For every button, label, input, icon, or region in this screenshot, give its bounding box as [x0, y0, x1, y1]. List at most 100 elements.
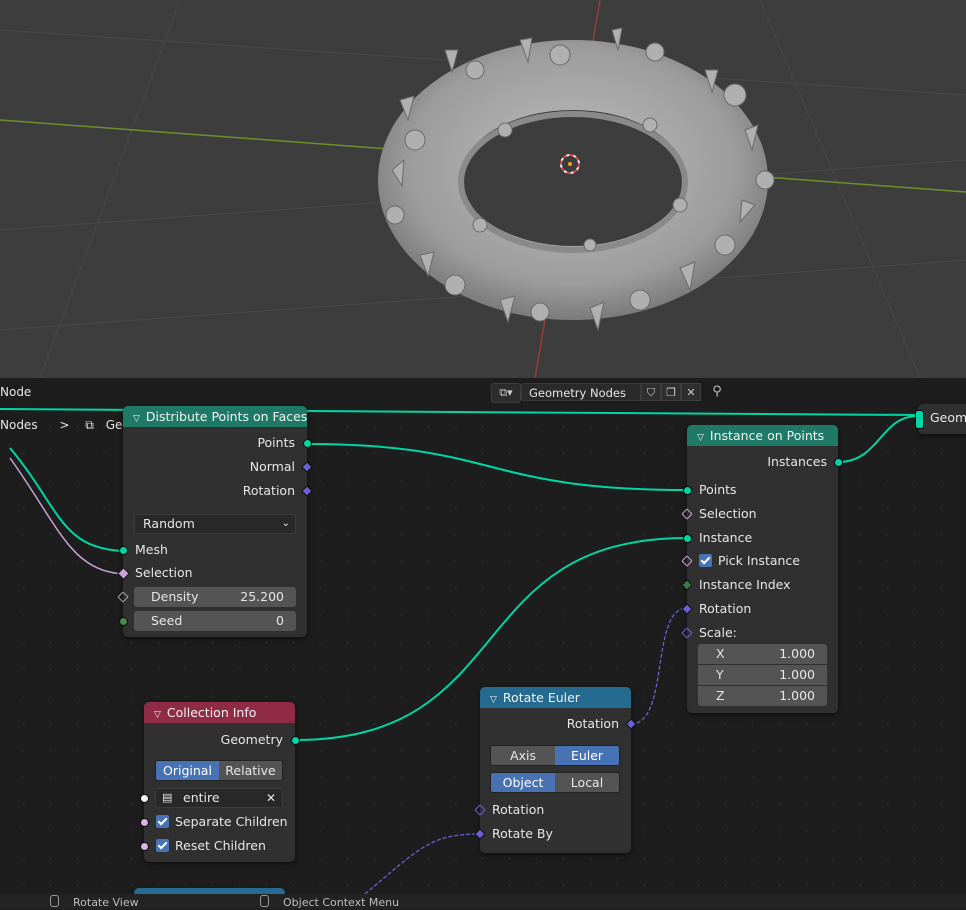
node-title: Instance on Points — [709, 428, 825, 443]
relative-option[interactable]: Relative — [219, 761, 282, 780]
separate-children-label: Separate Children — [175, 814, 288, 829]
euler-option[interactable]: Euler — [555, 746, 619, 765]
collection-name: entire — [183, 790, 220, 805]
output-rotation-socket[interactable] — [625, 718, 637, 730]
seed-field[interactable]: Seed 0 — [134, 611, 296, 631]
output-instances-socket[interactable] — [834, 458, 843, 467]
input-rotation-label: Rotation — [492, 802, 545, 817]
distribute-points-node[interactable]: ▽ Distribute Points on Faces Points Norma… — [117, 406, 313, 637]
scale-y-field[interactable]: Y 1.000 — [698, 665, 827, 685]
input-instance-index-socket[interactable] — [681, 579, 693, 591]
input-instance-socket[interactable] — [683, 534, 692, 543]
chevron-down-icon[interactable]: ▽ — [490, 690, 497, 711]
input-instance-label: Instance — [699, 530, 753, 545]
link-rotation — [630, 607, 688, 725]
mouse-icon — [50, 895, 59, 907]
input-mesh-socket[interactable] — [119, 546, 128, 555]
input-mesh-label: Mesh — [135, 542, 168, 557]
object-option[interactable]: Object — [491, 773, 555, 792]
input-separate-children-socket[interactable] — [140, 818, 149, 827]
mouse-icon — [260, 895, 269, 907]
input-points-socket[interactable] — [683, 486, 692, 495]
group-output-label: Geome — [930, 410, 966, 425]
pick-instance-checkbox[interactable]: Pick Instance — [699, 551, 800, 571]
chevron-down-icon[interactable]: ▽ — [133, 409, 140, 430]
breadcrumb-parent[interactable]: Nodes — [0, 418, 38, 432]
checkbox-icon[interactable] — [156, 815, 169, 828]
torus-object[interactable] — [378, 27, 775, 332]
scale-z-label: Z — [716, 688, 725, 703]
collection-field[interactable]: ▤ entire ✕ — [155, 788, 283, 808]
3d-viewport[interactable] — [0, 0, 966, 378]
axis-angle-option[interactable]: Axis Angle — [491, 746, 555, 765]
node-title: Rotate Euler — [502, 690, 580, 705]
status-middle-label: Object Context Menu — [283, 896, 400, 909]
pin-icon[interactable]: ⚲ — [708, 383, 726, 401]
group-output-node[interactable]: Geome — [915, 404, 966, 434]
original-option[interactable]: Original — [156, 761, 219, 780]
scale-x-field[interactable]: X 1.000 — [698, 644, 827, 664]
shield-icon: ⛉ — [646, 386, 656, 399]
output-points-label: Points — [257, 435, 295, 450]
output-normal-socket[interactable] — [301, 461, 313, 473]
density-field[interactable]: Density 25.200 — [134, 587, 296, 607]
collection-node-header[interactable]: ▽ Collection Info — [144, 702, 295, 723]
input-rotation-socket[interactable] — [474, 804, 486, 816]
unlink-button[interactable]: ✕ — [681, 383, 701, 401]
node-tree-name-field[interactable]: Geometry Nodes — [521, 383, 641, 401]
seed-value: 0 — [276, 613, 284, 628]
fake-user-button[interactable]: ⛉ — [641, 383, 661, 401]
input-reset-children-socket[interactable] — [140, 842, 149, 851]
instance-node-header[interactable]: ▽ Instance on Points — [687, 425, 838, 446]
geometry-socket[interactable] — [915, 410, 924, 429]
input-scale-label: Scale: — [699, 625, 737, 640]
scale-x-value: 1.000 — [779, 646, 815, 661]
separate-children-checkbox[interactable]: Separate Children — [156, 812, 288, 832]
duplicate-button[interactable]: ❐ — [661, 383, 681, 401]
node-menu[interactable]: Node — [0, 385, 31, 399]
input-seed-socket[interactable] — [119, 617, 128, 626]
node-tree-icon: ⧉▾ — [499, 386, 513, 399]
output-rotation-label: Rotation — [242, 483, 295, 498]
status-bar: Rotate View Object Context Menu — [0, 894, 966, 909]
pick-instance-socket[interactable] — [681, 555, 693, 567]
input-rotation-socket[interactable] — [681, 603, 693, 615]
chevron-down-icon[interactable]: ▽ — [697, 428, 704, 449]
input-density-socket[interactable] — [117, 591, 129, 603]
input-selection-socket[interactable] — [117, 567, 130, 580]
transform-space-toggle[interactable]: Original Relative — [155, 760, 283, 781]
reset-children-checkbox[interactable]: Reset Children — [156, 836, 266, 856]
instance-on-points-node[interactable]: ▽ Instance on Points Instances Points Sel… — [681, 425, 843, 713]
input-points-label: Points — [699, 482, 737, 497]
scale-z-value: 1.000 — [779, 688, 815, 703]
rotation-space-toggle[interactable]: Object Local — [490, 772, 620, 793]
output-geometry-socket[interactable] — [291, 736, 300, 745]
input-collection-socket[interactable] — [140, 794, 149, 803]
output-points-socket[interactable] — [303, 439, 312, 448]
input-instance-index-label: Instance Index — [699, 577, 791, 592]
input-selection-socket[interactable] — [681, 508, 693, 520]
distribute-method-value: Random — [143, 516, 195, 531]
seed-label: Seed — [151, 613, 183, 628]
close-icon[interactable]: ✕ — [266, 789, 276, 807]
node-tree-type-dropdown[interactable]: ⧉▾ — [491, 383, 521, 403]
chevron-down-icon[interactable]: ▽ — [154, 705, 161, 726]
output-instances-label: Instances — [767, 454, 827, 469]
node-tree-icon: ⧉ — [85, 418, 94, 432]
input-scale-socket[interactable] — [681, 627, 693, 639]
checkbox-icon[interactable] — [156, 839, 169, 852]
node-editor[interactable]: Node ⧉▾ Geometry Nodes ⛉ ❐ ✕ ⚲ Nodes > ⧉… — [0, 378, 966, 894]
rotate-euler-node[interactable]: ▽Rotate Euler Rotation Axis Angle Euler … — [474, 687, 637, 853]
output-rotation-socket[interactable] — [301, 485, 313, 497]
scale-z-field[interactable]: Z 1.000 — [698, 686, 827, 706]
local-option[interactable]: Local — [555, 773, 619, 792]
distribute-method-dropdown[interactable]: Random ⌄ — [134, 514, 296, 534]
rotation-type-toggle[interactable]: Axis Angle Euler — [490, 745, 620, 766]
close-icon: ✕ — [686, 386, 696, 399]
collection-info-node[interactable]: ▽ Collection Info Geometry Original Relat… — [140, 702, 300, 862]
checkbox-icon[interactable] — [699, 554, 712, 567]
distribute-node-header[interactable]: ▽ Distribute Points on Faces — [123, 406, 307, 427]
input-selection-label: Selection — [699, 506, 757, 521]
input-rotate-by-socket[interactable] — [474, 828, 486, 840]
rotate-euler-header[interactable]: ▽ Rotate Euler — [480, 687, 631, 708]
